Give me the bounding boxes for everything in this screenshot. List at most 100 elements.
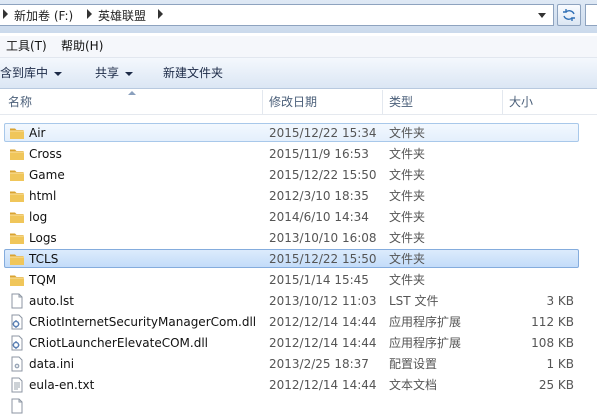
file-row[interactable]: TQM 2015/1/14 15:45 文件夹 [0, 269, 597, 290]
menu-tools[interactable]: 工具(T) [6, 39, 47, 54]
new-folder-button[interactable]: 新建文件夹 [163, 65, 223, 81]
file-name: auto.lst [29, 294, 74, 308]
file-type: 文件夹 [389, 168, 426, 182]
file-modified: 2012/3/10 18:35 [269, 189, 369, 203]
file-type: LST 文件 [389, 294, 439, 308]
include-in-library-label: 含到库中 [0, 66, 49, 80]
folder-icon [9, 209, 25, 225]
file-icon [9, 293, 25, 309]
folder-icon [9, 230, 25, 246]
folder-icon [9, 188, 25, 204]
file-icon [9, 398, 25, 414]
file-modified: 2015/12/22 15:50 [269, 168, 377, 182]
file-modified: 2012/12/14 14:44 [269, 336, 377, 350]
file-modified: 2015/12/22 15:34 [269, 126, 377, 140]
refresh-button[interactable] [557, 4, 581, 26]
column-divider[interactable] [382, 90, 383, 114]
file-type: 应用程序扩展 [389, 315, 462, 329]
file-type: 文件夹 [389, 252, 426, 266]
share-button[interactable]: 共享 [95, 65, 134, 81]
file-row[interactable]: TCLS 2015/12/22 15:50 文件夹 [0, 248, 597, 269]
column-type[interactable]: 类型 [389, 95, 413, 109]
file-modified: 2015/12/22 15:50 [269, 252, 377, 266]
file-name: TQM [29, 273, 57, 287]
column-modified[interactable]: 修改日期 [269, 95, 317, 109]
file-size: 112 KB [531, 315, 574, 329]
column-name[interactable]: 名称 [8, 95, 32, 109]
file-row[interactable]: Air 2015/12/22 15:34 文件夹 [0, 122, 597, 143]
sort-ascending-icon [128, 91, 136, 95]
file-type: 配置设置 [389, 357, 438, 371]
refresh-icon [563, 9, 575, 21]
file-modified: 2012/12/14 14:44 [269, 315, 377, 329]
file-name: CRiotInternetSecurityManagerCom.dll [29, 315, 257, 329]
menu-help[interactable]: 帮助(H) [61, 39, 103, 54]
breadcrumb-separator-icon[interactable] [158, 9, 163, 19]
file-modified: 2012/12/14 14:44 [269, 378, 377, 392]
file-name: Logs [29, 231, 57, 245]
file-row[interactable]: CRiotLauncherElevateCOM.dll 2012/12/14 14… [0, 332, 597, 353]
file-name: eula-en.txt [29, 378, 95, 392]
menu-bar: 工具(T) 帮助(H) [0, 36, 597, 58]
address-bar[interactable]: 新加卷 (F:) 英雄联盟 [0, 4, 554, 26]
folder-icon [9, 146, 25, 162]
column-divider[interactable] [502, 90, 503, 114]
file-name: CRiotLauncherElevateCOM.dll [29, 336, 208, 350]
file-name: TCLS [29, 252, 59, 266]
breadcrumb-separator-icon[interactable] [87, 9, 92, 19]
file-type: 应用程序扩展 [389, 336, 462, 350]
file-type: 文件夹 [389, 147, 426, 161]
file-modified: 2015/1/14 15:45 [269, 273, 369, 287]
column-header: 名称 修改日期 类型 大小 [0, 90, 597, 115]
address-bar-area: 新加卷 (F:) 英雄联盟 [0, 0, 597, 33]
chevron-down-icon [125, 71, 134, 76]
file-size: 3 KB [546, 294, 574, 308]
file-row[interactable]: data.ini 2013/2/25 18:37 配置设置 1 KB [0, 353, 597, 374]
file-modified: 2013/2/25 18:37 [269, 357, 369, 371]
share-label: 共享 [95, 66, 120, 80]
breadcrumb-separator-icon[interactable] [3, 9, 8, 19]
file-row[interactable]: CRiotInternetSecurityManagerCom.dll 2012/… [0, 311, 597, 332]
file-type: 文件夹 [389, 210, 426, 224]
file-type: 文件夹 [389, 273, 426, 287]
column-size[interactable]: 大小 [509, 95, 533, 109]
file-modified: 2014/6/10 14:34 [269, 210, 369, 224]
chevron-down-icon [54, 71, 63, 76]
file-modified: 2015/11/9 16:53 [269, 147, 369, 161]
ini-icon [9, 356, 25, 372]
file-modified: 2013/10/10 16:08 [269, 231, 377, 245]
file-size: 108 KB [531, 336, 574, 350]
file-type: 文件夹 [389, 231, 426, 245]
search-box[interactable] [585, 4, 597, 26]
file-type: 文本文档 [389, 378, 438, 392]
file-list: Air 2015/12/22 15:34 文件夹 Cross 2015/11/9 16:… [0, 122, 597, 416]
file-row[interactable]: html 2012/3/10 18:35 文件夹 [0, 185, 597, 206]
file-name: data.ini [29, 357, 75, 371]
column-divider[interactable] [262, 90, 263, 114]
file-row[interactable]: Cross 2015/11/9 16:53 文件夹 [0, 143, 597, 164]
file-row[interactable]: Logs 2013/10/10 16:08 文件夹 [0, 227, 597, 248]
address-history-dropdown-icon[interactable] [538, 13, 546, 18]
file-row[interactable]: log 2014/6/10 14:34 文件夹 [0, 206, 597, 227]
folder-icon [9, 272, 25, 288]
text-file-icon [9, 377, 25, 393]
dll-icon [9, 314, 25, 330]
folder-icon [9, 251, 25, 267]
breadcrumb-drive[interactable]: 新加卷 (F:) [14, 8, 73, 24]
folder-icon [9, 167, 25, 183]
breadcrumb-folder[interactable]: 英雄联盟 [98, 8, 146, 24]
dll-icon [9, 335, 25, 351]
folder-icon [9, 125, 25, 141]
file-size: 1 KB [546, 357, 574, 371]
file-name: Cross [29, 147, 62, 161]
file-row[interactable] [0, 395, 597, 416]
file-row[interactable]: Game 2015/12/22 15:50 文件夹 [0, 164, 597, 185]
file-row[interactable]: auto.lst 2013/10/12 11:03 LST 文件 3 KB [0, 290, 597, 311]
command-bar: 含到库中 共享 新建文件夹 [0, 58, 597, 89]
file-name: log [29, 210, 48, 224]
file-type: 文件夹 [389, 189, 426, 203]
file-type: 文件夹 [389, 126, 426, 140]
file-row[interactable]: eula-en.txt 2012/12/14 14:44 文本文档 25 KB [0, 374, 597, 395]
include-in-library-button[interactable]: 含到库中 [0, 65, 63, 81]
file-name: Air [29, 126, 46, 140]
